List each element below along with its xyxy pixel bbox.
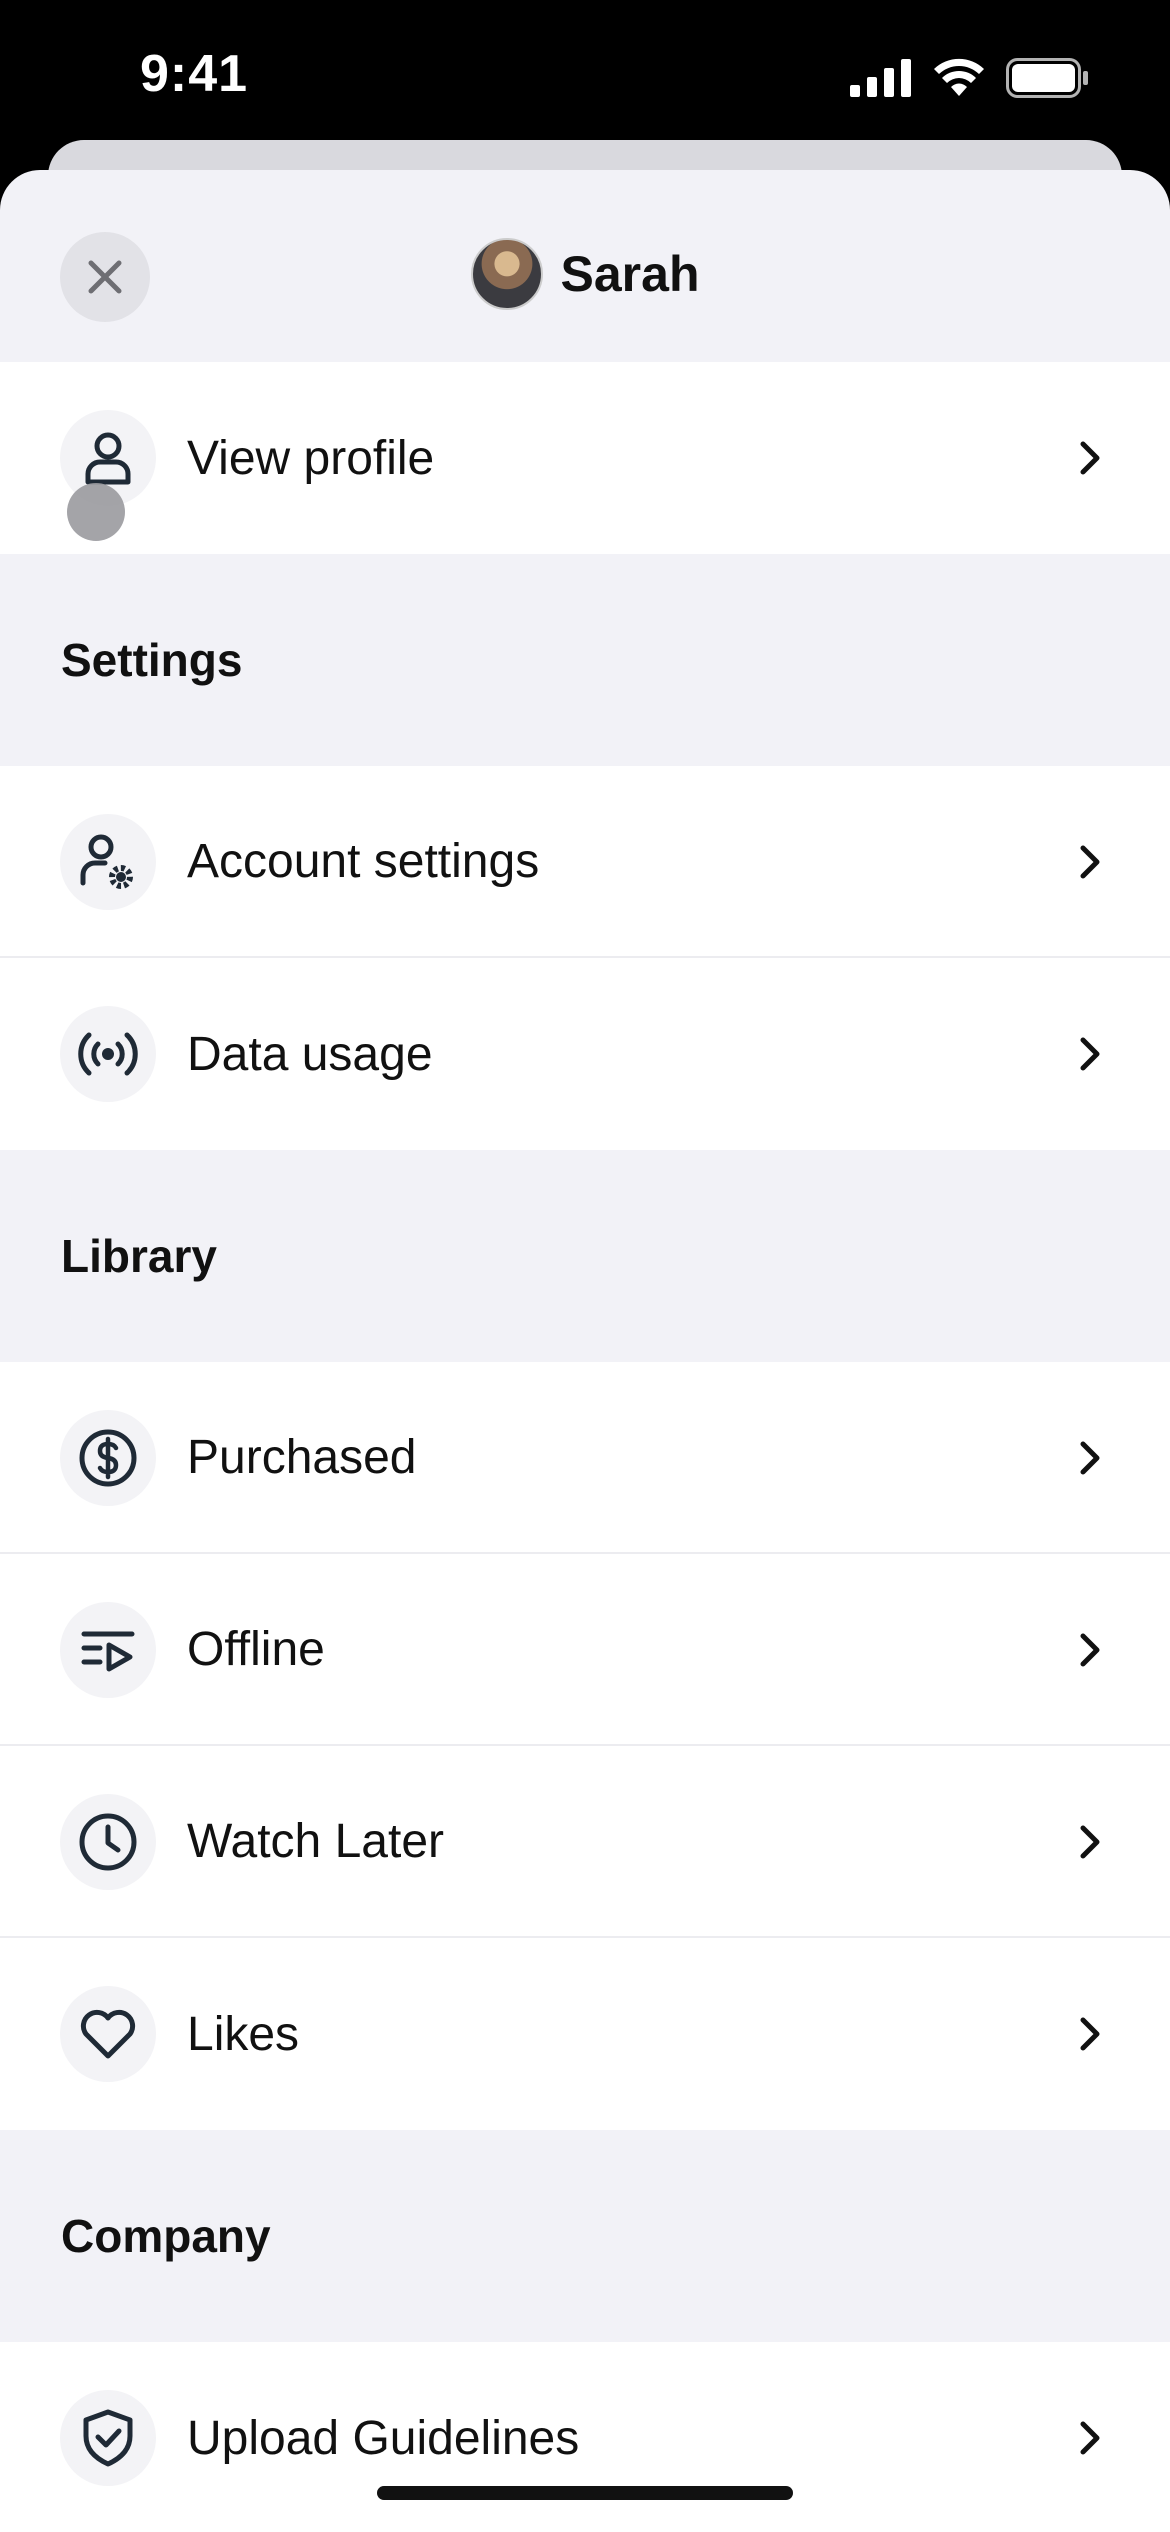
row-icon-container bbox=[60, 1794, 156, 1890]
row-icon-container bbox=[60, 1006, 156, 1102]
touch-indicator bbox=[67, 483, 125, 541]
battery-icon bbox=[1006, 58, 1088, 98]
row-icon-container bbox=[60, 1986, 156, 2082]
account-sheet: Sarah View profile Settings Account sett… bbox=[0, 170, 1170, 2532]
view-profile-label: View profile bbox=[187, 431, 435, 485]
header-user: Sarah bbox=[0, 238, 1170, 310]
purchased-label: Purchased bbox=[187, 1430, 417, 1484]
status-bar: 9:41 bbox=[0, 0, 1170, 150]
chevron-right-icon bbox=[1080, 2421, 1100, 2455]
offline-row[interactable]: Offline bbox=[0, 1554, 1170, 1746]
data-usage-label: Data usage bbox=[187, 1027, 433, 1081]
chevron-right-icon bbox=[1080, 1037, 1100, 1071]
offline-label: Offline bbox=[187, 1622, 325, 1676]
account-settings-row[interactable]: Account settings bbox=[0, 766, 1170, 958]
data-usage-row[interactable]: Data usage bbox=[0, 958, 1170, 1150]
account-settings-label: Account settings bbox=[187, 834, 540, 888]
chevron-right-icon bbox=[1080, 1441, 1100, 1475]
upload-guidelines-row[interactable]: Upload Guidelines bbox=[0, 2342, 1170, 2532]
person-icon bbox=[85, 432, 131, 485]
likes-row[interactable]: Likes bbox=[0, 1938, 1170, 2130]
likes-label: Likes bbox=[187, 2007, 300, 2061]
sheet-header: Sarah bbox=[0, 170, 1170, 362]
heart-icon bbox=[80, 2009, 136, 2059]
chevron-right-icon bbox=[1080, 1633, 1100, 1667]
playlist-play-icon bbox=[81, 1631, 135, 1672]
home-indicator[interactable] bbox=[377, 2486, 793, 2500]
chevron-right-icon bbox=[1080, 1825, 1100, 1859]
status-icons bbox=[850, 56, 1090, 100]
section-header-library: Library bbox=[61, 1230, 217, 1282]
dollar-circle-icon bbox=[79, 1429, 137, 1487]
upload-guidelines-label: Upload Guidelines bbox=[187, 2411, 580, 2465]
chevron-right-icon bbox=[1080, 845, 1100, 879]
chevron-right-icon bbox=[1080, 2017, 1100, 2051]
status-time: 9:41 bbox=[140, 45, 249, 103]
watch-later-label: Watch Later bbox=[187, 1814, 444, 1868]
purchased-row[interactable]: Purchased bbox=[0, 1362, 1170, 1554]
watch-later-row[interactable]: Watch Later bbox=[0, 1746, 1170, 1938]
avatar bbox=[470, 238, 543, 310]
section-header-settings: Settings bbox=[61, 634, 243, 686]
wifi-icon bbox=[934, 58, 984, 96]
row-icon-container bbox=[60, 814, 156, 910]
broadcast-icon bbox=[78, 1032, 138, 1076]
row-icon-container bbox=[60, 1410, 156, 1506]
chevron-right-icon bbox=[1080, 441, 1100, 475]
cellular-signal-icon bbox=[850, 59, 911, 97]
account-settings-icon bbox=[80, 834, 133, 889]
row-icon-container bbox=[60, 2390, 156, 2486]
header-user-name: Sarah bbox=[560, 246, 700, 302]
clock-icon bbox=[79, 1813, 137, 1871]
section-header-company: Company bbox=[61, 2210, 271, 2262]
shield-check-icon bbox=[83, 2409, 133, 2467]
view-profile-row[interactable]: View profile bbox=[0, 362, 1170, 554]
row-icon-container bbox=[60, 1602, 156, 1698]
